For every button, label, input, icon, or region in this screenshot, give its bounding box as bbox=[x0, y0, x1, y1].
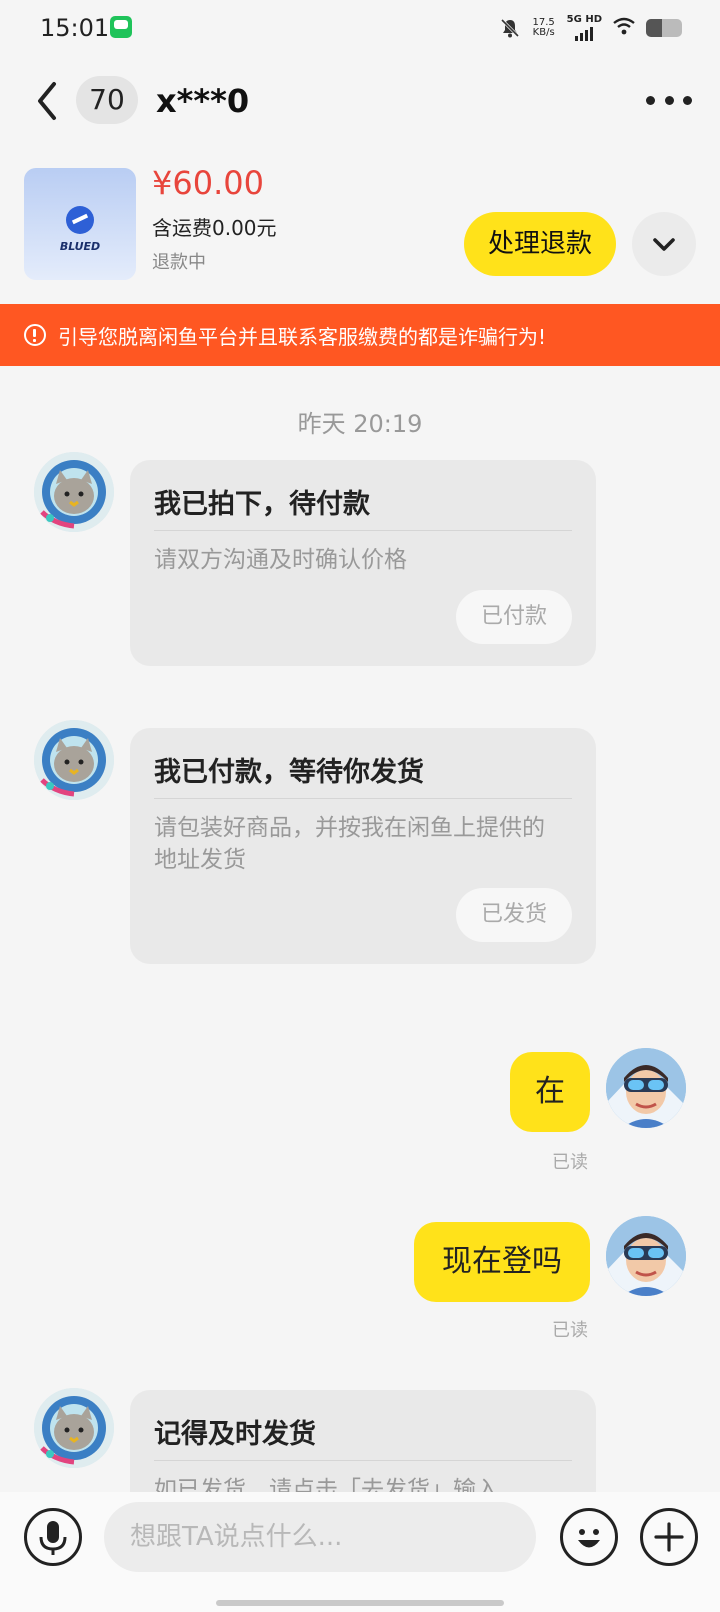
product-price: ¥60.00 bbox=[152, 164, 264, 202]
peer-name[interactable]: x***0 bbox=[156, 78, 249, 124]
read-receipt: 已读 bbox=[552, 1152, 588, 1173]
card-title: 记得及时发货 bbox=[154, 1419, 316, 1450]
battery-level bbox=[646, 19, 663, 37]
plus-icon bbox=[654, 1522, 684, 1552]
order-card-placed: 我已拍下，待付款 请双方沟通及时确认价格 已付款 bbox=[130, 460, 596, 666]
card-description: 如已发货，请点击「去发货」输入 bbox=[154, 1477, 499, 1492]
my-avatar[interactable] bbox=[606, 1216, 686, 1296]
seller-avatar[interactable] bbox=[34, 1388, 114, 1468]
message-composer bbox=[0, 1492, 720, 1612]
wifi-icon bbox=[612, 17, 636, 39]
order-status: 退款中 bbox=[152, 252, 206, 273]
more-actions-button[interactable] bbox=[640, 1508, 698, 1566]
card-divider bbox=[154, 530, 572, 531]
my-message-bubble[interactable]: 在 bbox=[510, 1052, 590, 1132]
expand-order-button[interactable] bbox=[632, 212, 696, 276]
more-dot bbox=[646, 95, 655, 105]
card-description: 请包装好商品，并按我在闲鱼上提供的地址发货 bbox=[154, 815, 545, 873]
emoji-button[interactable] bbox=[560, 1508, 618, 1566]
reminder-card: 记得及时发货 如已发货，请点击「去发货」输入 bbox=[130, 1390, 596, 1492]
message-input[interactable] bbox=[104, 1502, 536, 1572]
my-avatar[interactable] bbox=[606, 1048, 686, 1128]
chevron-left-icon bbox=[38, 82, 56, 120]
fraud-warning-text: 引导您脱离闲鱼平台并且联系客服缴费的都是诈骗行为! bbox=[58, 324, 547, 349]
skier-avatar-icon bbox=[606, 1216, 686, 1296]
unread-count-badge[interactable]: 70 bbox=[76, 76, 138, 124]
signal-bars-icon bbox=[575, 27, 594, 41]
alert-circle-icon bbox=[24, 324, 46, 346]
skier-avatar-icon bbox=[606, 1048, 686, 1128]
network-type: 5G HD bbox=[566, 14, 602, 25]
network-speed-unit: KB/s bbox=[532, 27, 555, 38]
chat-clip-area: 记得及时发货 如已发货，请点击「去发货」输入 bbox=[0, 1388, 720, 1492]
more-dot bbox=[664, 95, 674, 105]
status-time: 15:01 bbox=[40, 14, 110, 42]
more-dot bbox=[683, 95, 692, 105]
bell-muted-icon bbox=[499, 17, 521, 39]
voice-input-button[interactable] bbox=[24, 1508, 82, 1566]
cat-avatar-icon bbox=[34, 720, 114, 800]
home-indicator[interactable] bbox=[216, 1600, 504, 1606]
fraud-warning-banner: 引导您脱离闲鱼平台并且联系客服缴费的都是诈骗行为! bbox=[0, 304, 720, 366]
chat-header: 70 x***0 bbox=[0, 56, 720, 146]
paid-button[interactable]: 已付款 bbox=[456, 590, 572, 644]
back-button[interactable] bbox=[32, 78, 62, 124]
network-signal: 5G HD bbox=[567, 15, 602, 41]
chevron-down-icon bbox=[653, 238, 675, 251]
status-indicators: 17.5 KB/s 5G HD bbox=[499, 15, 682, 41]
card-divider bbox=[154, 798, 572, 799]
blued-logo-icon bbox=[66, 206, 94, 234]
status-bar: 15:01 17.5 KB/s 5G HD bbox=[0, 0, 720, 56]
cat-avatar-icon bbox=[34, 452, 114, 532]
battery-icon bbox=[646, 19, 682, 37]
my-message-bubble[interactable]: 现在登吗 bbox=[414, 1222, 590, 1302]
card-title: 我已拍下，待付款 bbox=[154, 489, 370, 520]
process-refund-button[interactable]: 处理退款 bbox=[464, 212, 616, 276]
more-options-button[interactable] bbox=[646, 86, 692, 114]
microphone-icon bbox=[39, 1521, 67, 1555]
card-description: 请双方沟通及时确认价格 bbox=[154, 547, 407, 573]
card-divider bbox=[154, 1460, 572, 1461]
network-speed: 17.5 KB/s bbox=[531, 18, 557, 38]
product-thumbnail-label: BLUED bbox=[59, 240, 101, 253]
order-card-paid: 我已付款，等待你发货 请包装好商品，并按我在闲鱼上提供的地址发货 已发货 bbox=[130, 728, 596, 964]
seller-avatar[interactable] bbox=[34, 720, 114, 800]
card-title: 我已付款，等待你发货 bbox=[154, 757, 424, 788]
read-receipt: 已读 bbox=[552, 1320, 588, 1341]
app-notification-icon bbox=[110, 16, 132, 38]
cat-avatar-icon bbox=[34, 1388, 114, 1468]
seller-avatar[interactable] bbox=[34, 452, 114, 532]
shipped-button[interactable]: 已发货 bbox=[456, 888, 572, 942]
product-thumbnail[interactable]: BLUED bbox=[24, 168, 136, 280]
chat-timestamp: 昨天 20:19 bbox=[297, 410, 423, 438]
emoji-icon bbox=[578, 1529, 600, 1548]
shipping-note: 含运费0.00元 bbox=[152, 216, 277, 240]
order-summary: BLUED ¥60.00 含运费0.00元 退款中 处理退款 bbox=[0, 152, 720, 294]
